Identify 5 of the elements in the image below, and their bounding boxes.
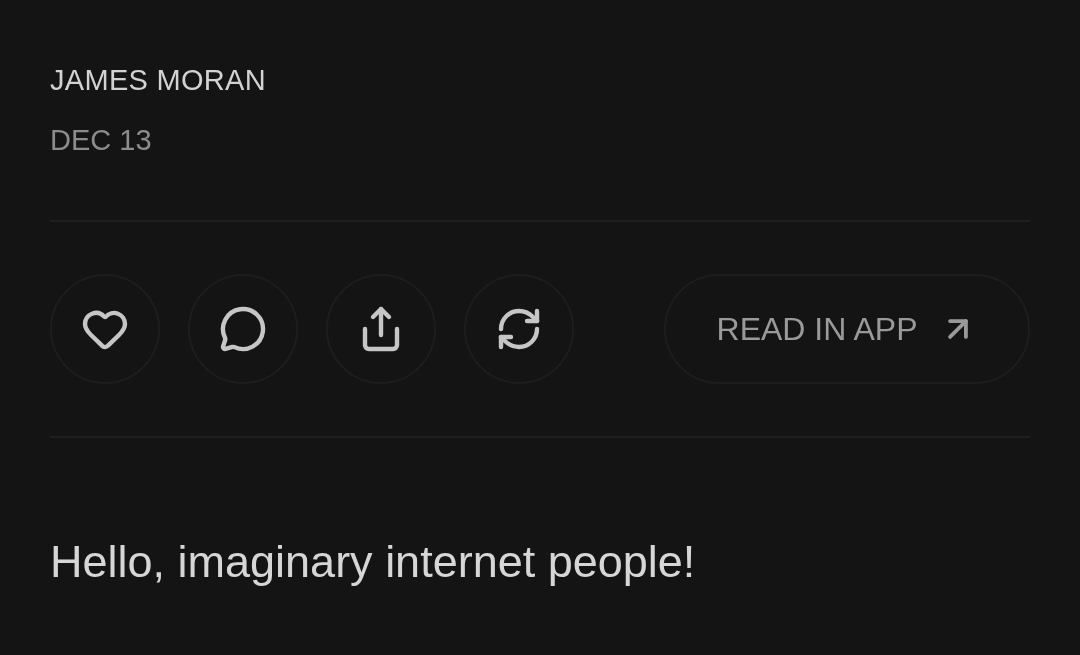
speech-bubble-icon bbox=[219, 305, 267, 353]
author-name: JAMES MORAN bbox=[50, 63, 266, 98]
read-in-app-button[interactable]: READ IN APP bbox=[664, 274, 1030, 384]
post-date: DEC 13 bbox=[50, 123, 152, 158]
post-body: Hello, imaginary internet people! bbox=[50, 536, 696, 588]
